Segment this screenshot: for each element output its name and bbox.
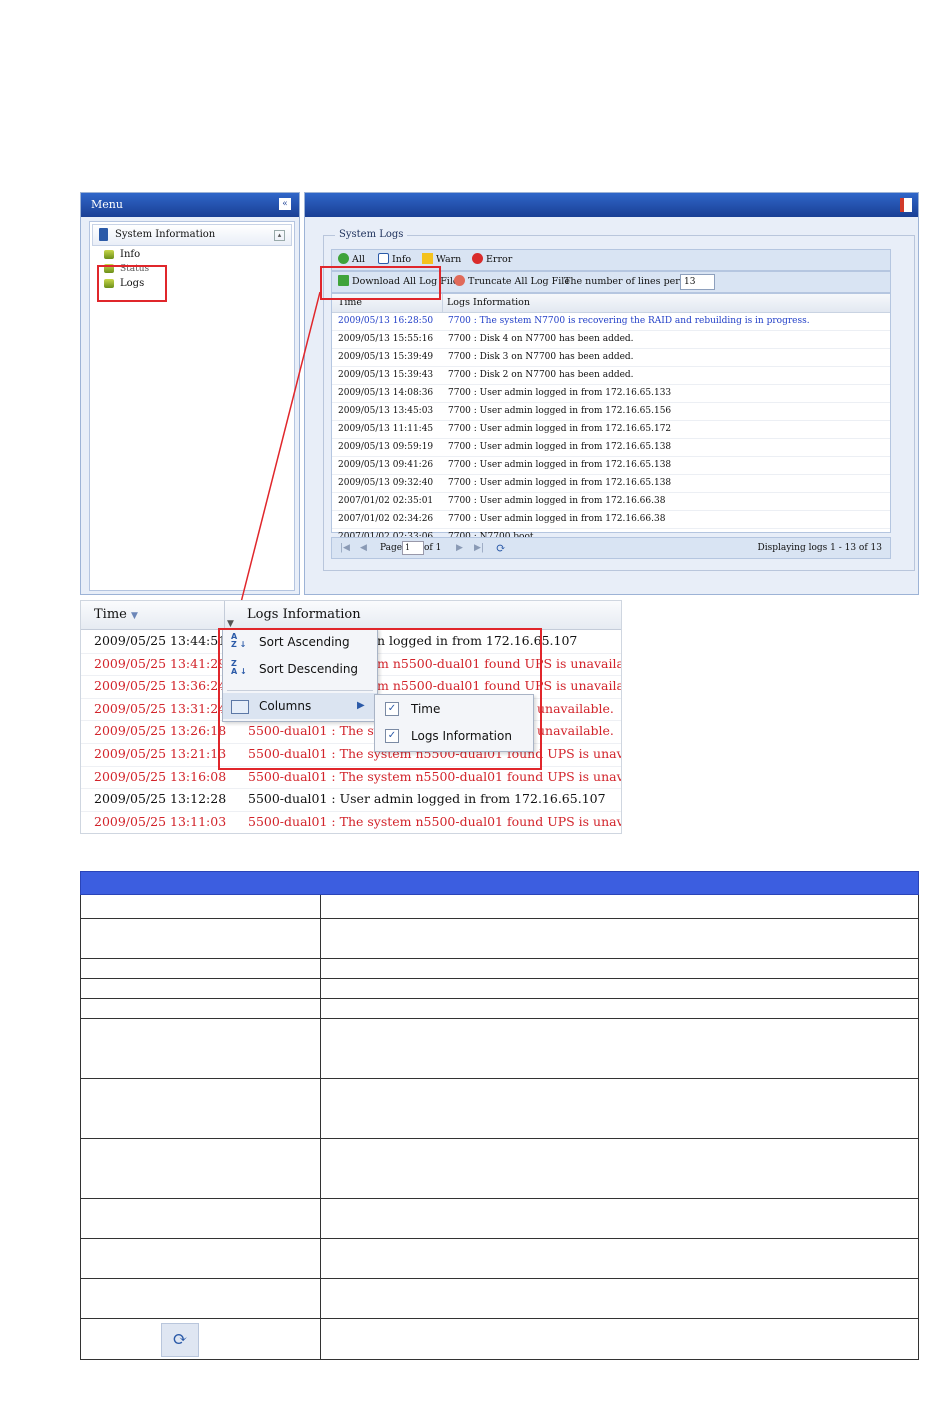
zoom-log-time: 2009/05/25 13:26:18 — [94, 723, 227, 739]
table-row — [80, 998, 919, 1019]
table-row — [80, 958, 919, 979]
table-row — [80, 1238, 919, 1279]
zoom-grid-header: Time ▼ ▼ Logs Information — [81, 601, 621, 630]
table-cell — [80, 1198, 321, 1239]
zoom-log-time: 2009/05/25 13:11:03 — [94, 813, 227, 829]
table-cell — [320, 894, 919, 919]
table-cell — [320, 978, 919, 999]
zoom-table-row[interactable]: 2009/05/25 13:11:03 5500-dual01 : The sys… — [81, 811, 621, 833]
table-cell — [80, 1018, 321, 1079]
table-row — [80, 1018, 919, 1079]
table-cell — [320, 1318, 919, 1360]
table-cell — [80, 1138, 321, 1199]
table-cell — [320, 1198, 919, 1239]
description-table: ⟳ — [80, 871, 919, 1360]
table-cell — [80, 894, 321, 919]
table-row — [80, 918, 919, 959]
table-cell — [320, 1018, 919, 1079]
table-row — [80, 1198, 919, 1239]
table-cell — [80, 1238, 321, 1279]
sort-down-icon: ▼ — [131, 611, 138, 621]
table-cell — [320, 1238, 919, 1279]
zoom-log-info-tail: unavailable. — [537, 723, 614, 739]
table-cell — [80, 978, 321, 999]
table-cell — [320, 1138, 919, 1199]
zoom-log-time: 2009/05/25 13:41:29 — [94, 655, 227, 671]
table-cell — [80, 958, 321, 979]
table-row — [80, 978, 919, 999]
table-row — [80, 894, 919, 919]
refresh-icon: ⟳ — [161, 1323, 199, 1357]
table-cell — [80, 918, 321, 959]
table-row: ⟳ — [80, 1318, 919, 1360]
table-cell — [320, 998, 919, 1019]
zoom-log-info: 5500-dual01 : The system n5500-dual01 fo… — [248, 813, 621, 829]
table-row — [80, 1078, 919, 1139]
highlight-menu-box — [218, 628, 542, 770]
zoom-log-time: 2009/05/25 13:16:08 — [94, 768, 227, 784]
zoom-log-time: 2009/05/25 13:44:51 — [94, 633, 227, 648]
zoom-column-info[interactable]: Logs Information — [247, 601, 361, 629]
table-row — [80, 1278, 919, 1319]
table-cell — [80, 998, 321, 1019]
zoom-log-time: 2009/05/25 13:21:13 — [94, 746, 227, 761]
zoom-table-row[interactable]: 2009/05/25 13:12:28 5500-dual01 : User ad… — [81, 788, 621, 812]
zoom-column-time-label: Time — [94, 607, 127, 622]
table-cell — [80, 1078, 321, 1139]
zoom-log-info: unavailable. — [537, 700, 614, 716]
zoom-column-time[interactable]: Time ▼ — [94, 601, 138, 630]
zoom-log-time: 2009/05/25 13:12:28 — [94, 791, 227, 807]
zoom-log-time: 2009/05/25 13:36:24 — [94, 678, 227, 694]
table-header — [80, 871, 919, 895]
table-cell — [320, 918, 919, 959]
table-cell — [80, 1278, 321, 1319]
table-cell — [320, 1078, 919, 1139]
zoom-log-time: 2009/05/25 13:31:24 — [94, 700, 227, 716]
table-cell: ⟳ — [80, 1318, 321, 1360]
table-row — [80, 1138, 919, 1199]
table-cell — [320, 958, 919, 979]
zoom-log-info: 5500-dual01 : User admin logged in from … — [248, 791, 606, 807]
column-divider — [224, 601, 225, 629]
table-cell — [320, 1278, 919, 1319]
